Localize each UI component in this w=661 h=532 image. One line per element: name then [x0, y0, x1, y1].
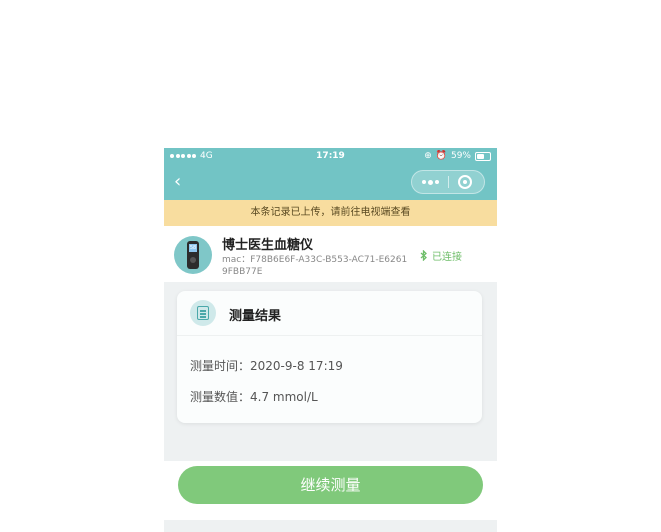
navbar: ‹ — [164, 166, 497, 200]
lock-rotation-icon: ⊕ — [424, 151, 432, 161]
battery-icon — [475, 151, 491, 161]
result-title: 测量结果 — [229, 309, 282, 324]
measure-value-label: 测量数值： — [190, 390, 251, 404]
bluetooth-icon — [420, 250, 427, 261]
connection-label: 已连接 — [432, 252, 462, 263]
device-mac: mac：F78B6E6F-A33C-B553-AC71-E62619FBB77E — [222, 255, 408, 277]
continue-measure-button[interactable]: 继续测量 — [178, 466, 483, 504]
measure-time-label: 测量时间： — [190, 359, 251, 373]
alarm-icon: ⏰ — [435, 151, 447, 161]
document-icon — [190, 300, 216, 326]
result-card: 测量结果 测量时间：2020-9-8 17:19 测量数值：4.7 mmol/L — [177, 291, 482, 423]
more-dots-icon[interactable] — [412, 171, 448, 193]
connection-status: 已连接 — [420, 248, 462, 263]
measure-value: 4.7 mmol/L — [250, 390, 318, 404]
device-name: 博士医生血糖仪 — [222, 238, 314, 253]
glucose-meter-icon: 58 — [187, 241, 199, 269]
measure-time-value: 2020-9-8 17:19 — [250, 359, 343, 373]
capsule-divider — [448, 176, 449, 188]
status-bar: 4G 17:19 ⊕ ⏰ 59% — [164, 148, 497, 166]
device-avatar: 58 — [174, 236, 212, 274]
result-card-header: 测量结果 — [177, 291, 482, 336]
battery-percent: 59% — [450, 151, 471, 161]
chevron-left-icon[interactable]: ‹ — [174, 173, 181, 191]
target-circle-icon[interactable] — [458, 175, 472, 189]
mini-program-capsule — [411, 170, 485, 194]
upload-notice: 本条记录已上传，请前往电视端查看 — [164, 200, 497, 226]
phone-screen: 4G 17:19 ⊕ ⏰ 59% ‹ 本条记录已上传，请前往电视端查看 58 博… — [164, 148, 497, 532]
measure-value-row: 测量数值：4.7 mmol/L — [190, 388, 318, 405]
measure-time-row: 测量时间：2020-9-8 17:19 — [190, 357, 343, 374]
device-card: 58 博士医生血糖仪 mac：F78B6E6F-A33C-B553-AC71-E… — [164, 226, 497, 282]
